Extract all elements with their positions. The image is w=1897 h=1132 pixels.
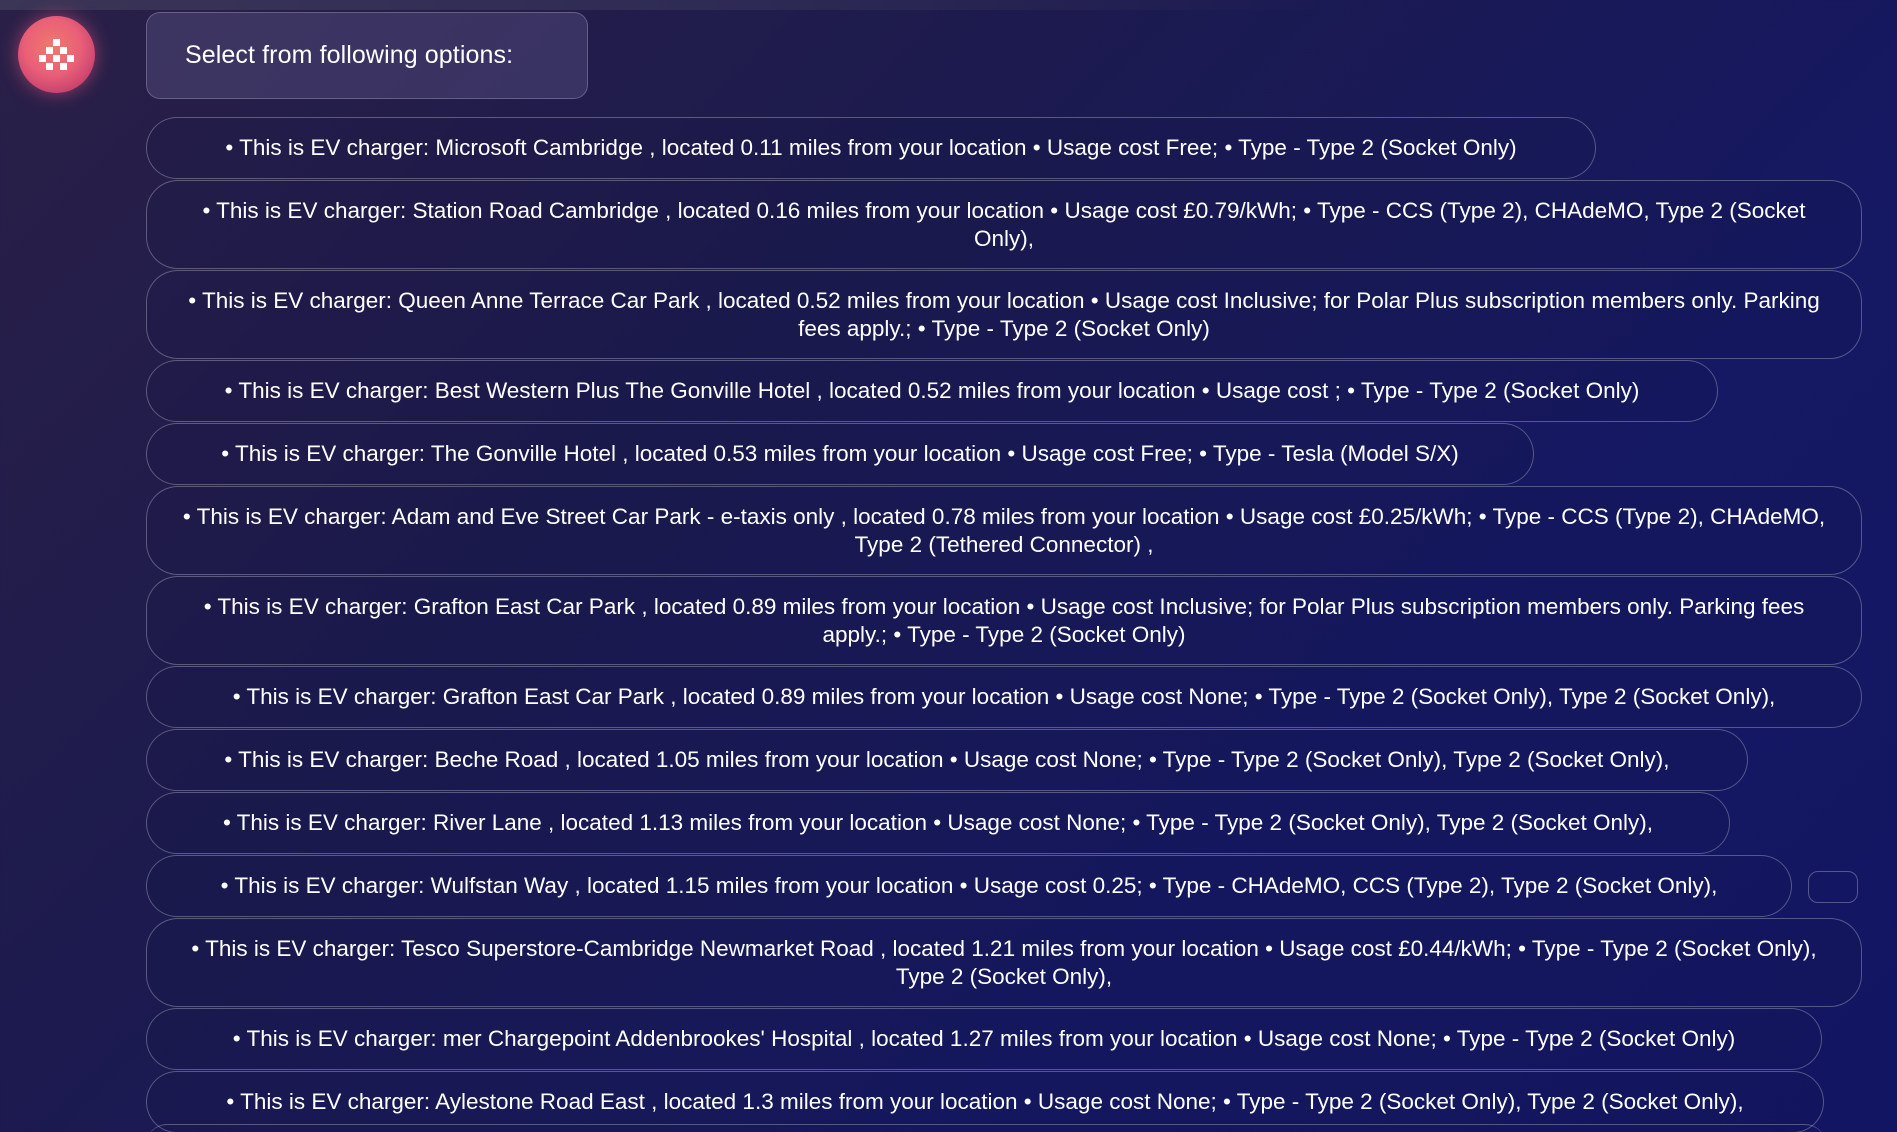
assistant-logo-icon bbox=[39, 39, 74, 70]
option-button[interactable]: • This is EV charger: Beche Road , locat… bbox=[146, 729, 1748, 791]
option-text: • This is EV charger: Beche Road , locat… bbox=[224, 747, 1670, 772]
option-button[interactable]: • This is EV charger: The Gonville Hotel… bbox=[146, 423, 1534, 485]
option-text: • This is EV charger: River Lane , locat… bbox=[222, 810, 1654, 835]
option-text: • This is EV charger: Grafton East Car P… bbox=[232, 684, 1776, 709]
option-button[interactable]: • This is EV charger: Adam and Eve Stree… bbox=[146, 486, 1862, 575]
prompt-text: Select from following options: bbox=[185, 41, 514, 69]
prompt-message: Select from following options: bbox=[146, 12, 588, 99]
option-button[interactable]: • This is EV charger: Grafton East Car P… bbox=[146, 576, 1862, 665]
top-bar-edge bbox=[0, 0, 1897, 10]
option-text: • This is EV charger: Grafton East Car P… bbox=[203, 593, 1805, 647]
option-button[interactable]: • This is EV charger: Aylestone Road Eas… bbox=[146, 1071, 1824, 1132]
option-button[interactable]: • This is EV charger: Microsoft Cambridg… bbox=[146, 117, 1596, 179]
option-text: • This is EV charger: mer Chargepoint Ad… bbox=[232, 1026, 1736, 1051]
option-text: • This is EV charger: The Gonville Hotel… bbox=[221, 441, 1459, 466]
option-button[interactable]: • This is EV charger: Station Road Cambr… bbox=[146, 180, 1862, 269]
assistant-avatar bbox=[18, 16, 95, 93]
option-text: • This is EV charger: Tesco Superstore-C… bbox=[191, 935, 1817, 989]
option-button[interactable]: • This is EV charger: mer Chargepoint Ad… bbox=[146, 1008, 1822, 1070]
option-text: • This is EV charger: Aylestone Road Eas… bbox=[226, 1089, 1744, 1114]
option-button[interactable]: • This is EV charger: Tesco Superstore-C… bbox=[146, 918, 1862, 1007]
option-text: • This is EV charger: Microsoft Cambridg… bbox=[225, 135, 1517, 160]
option-button[interactable]: • This is EV charger: Grafton East Car P… bbox=[146, 666, 1862, 728]
option-text: • This is EV charger: Adam and Eve Stree… bbox=[182, 503, 1826, 557]
option-button[interactable]: • This is EV charger: Best Western Plus … bbox=[146, 360, 1718, 422]
option-text: • This is EV charger: Best Western Plus … bbox=[224, 378, 1640, 403]
option-text: • This is EV charger: Station Road Cambr… bbox=[202, 197, 1806, 251]
option-button[interactable]: • This is EV charger: Queen Anne Terrace… bbox=[146, 270, 1862, 359]
option-text: • This is EV charger: Wulfstan Way , loc… bbox=[220, 873, 1718, 898]
option-button[interactable]: • This is EV charger: Wulfstan Way , loc… bbox=[146, 855, 1792, 917]
next-option-partial[interactable] bbox=[146, 1124, 1826, 1132]
option-button[interactable]: • This is EV charger: River Lane , locat… bbox=[146, 792, 1730, 854]
options-list: • This is EV charger: Microsoft Cambridg… bbox=[146, 117, 1866, 1132]
extra-option-button[interactable] bbox=[1808, 871, 1858, 903]
option-text: • This is EV charger: Queen Anne Terrace… bbox=[188, 287, 1820, 341]
